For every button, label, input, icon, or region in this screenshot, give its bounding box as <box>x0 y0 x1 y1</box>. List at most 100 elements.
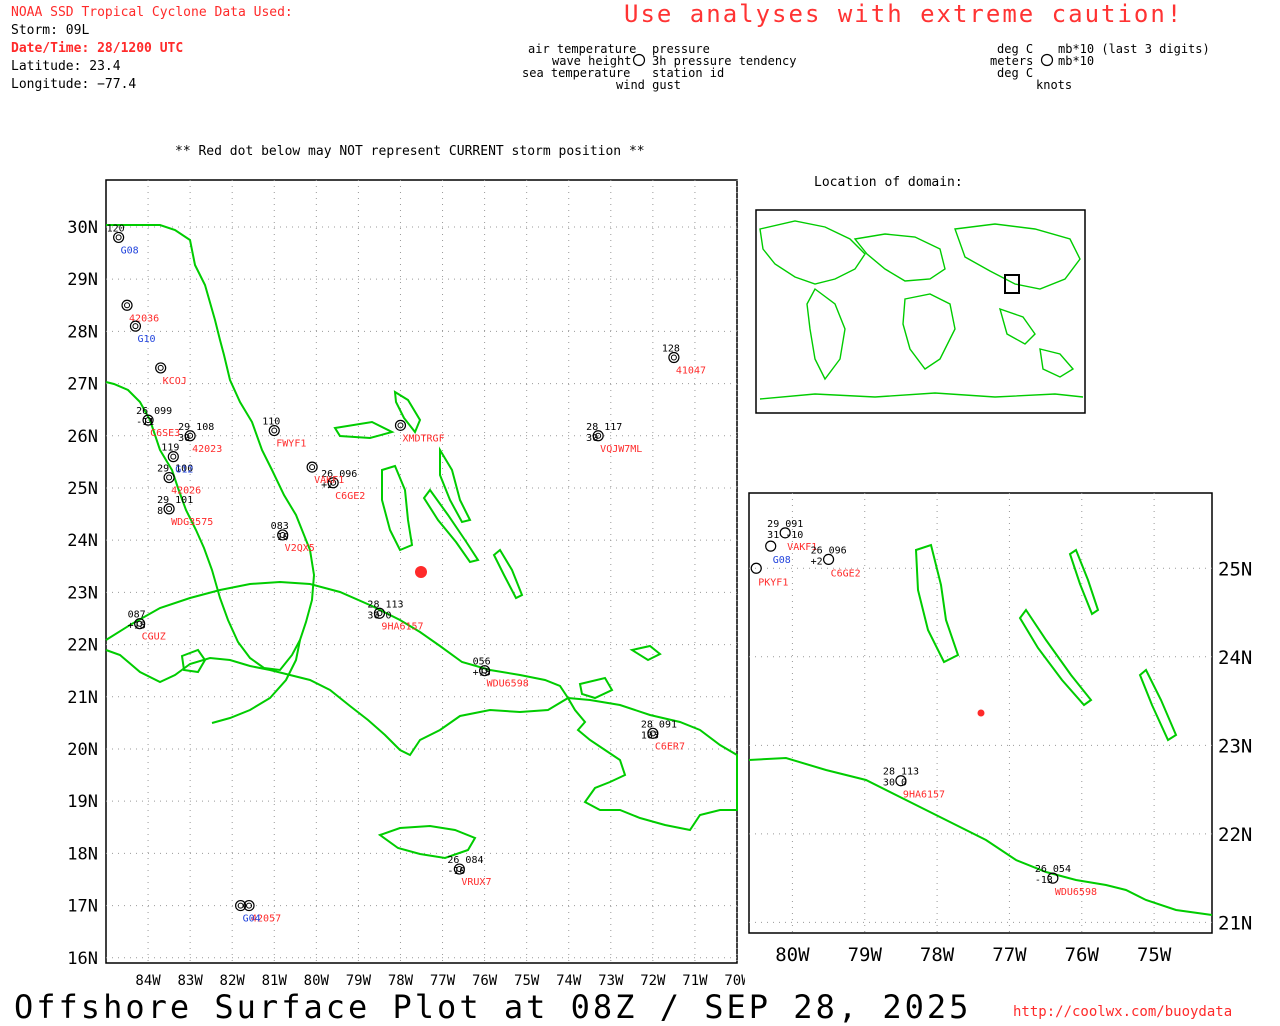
station-id-label: G12 <box>175 465 193 476</box>
station-obs-text: 30 0 <box>883 778 907 789</box>
storm-id: Storm: 09L <box>11 23 90 38</box>
station-obs-text: 28 113 <box>883 767 919 778</box>
station-id-label: WDU6598 <box>1055 887 1097 898</box>
station-id-label: PKYF1 <box>758 577 788 588</box>
inset-lat-label: 22N <box>1218 824 1252 846</box>
station-id-label: G04 <box>243 914 261 925</box>
source-title: NOAA SSD Tropical Cyclone Data Used: <box>11 5 293 20</box>
lon-label: 70W <box>724 973 745 989</box>
lat-label: 18N <box>67 844 98 864</box>
longitude: Longitude: −77.4 <box>11 77 137 92</box>
lat-label: 19N <box>67 792 98 812</box>
station-id-label: G10 <box>137 334 155 345</box>
station-obs-text: 087 <box>128 610 146 621</box>
lat-label: 20N <box>67 740 98 760</box>
station-obs-text: 8 <box>157 506 163 517</box>
main-map[interactable]: 1284104728 11730VQJW7ML4203629 108304202… <box>0 170 745 990</box>
station-obs-text: +2 <box>811 556 823 567</box>
inset-lat-label: 23N <box>1218 735 1252 757</box>
legend-sea-temp: sea temperature <box>522 66 631 80</box>
lat-label: 22N <box>67 636 98 656</box>
lon-label: 81W <box>262 973 288 989</box>
lat-label: 27N <box>67 375 98 395</box>
lon-label: 80W <box>304 973 330 989</box>
station-id-label: VQJW7ML <box>600 444 642 455</box>
lat-label: 29N <box>67 270 98 290</box>
station-obs-text: +18 <box>128 621 146 632</box>
station-obs-text: -10 <box>447 866 465 877</box>
inset-storm-position-dot <box>977 709 985 717</box>
lat-label: 30N <box>67 218 98 238</box>
inset-lat-label: 21N <box>1218 912 1252 934</box>
station-obs-text: 31 -10 <box>767 530 803 541</box>
station-obs-text: -10 <box>271 532 289 543</box>
station-obs-text: 110 <box>262 417 280 428</box>
units-tendency: mb*10 <box>1058 54 1095 68</box>
source-url[interactable]: http://coolwx.com/buoydata <box>1013 1004 1232 1020</box>
lat-label: 23N <box>67 583 98 603</box>
lon-label: 74W <box>556 973 582 989</box>
station-id-label: G08 <box>121 245 139 256</box>
lat-label: 28N <box>67 322 98 342</box>
inset-map[interactable]: 29 09131 -10VAKF126 096+2C6GE2PKYF128 11… <box>746 490 1280 990</box>
station-obs-text: +18 <box>473 668 491 679</box>
station-id-label: 9HA6157 <box>381 621 423 632</box>
units-station-circle-icon <box>1040 53 1054 67</box>
lon-label: 77W <box>430 973 456 989</box>
station-id-label: 9HA6157 <box>903 790 945 801</box>
inset-lon-label: 75W <box>1137 944 1172 966</box>
station-id-label: 41047 <box>676 365 706 376</box>
inset-lon-label: 77W <box>992 944 1027 966</box>
station-obs-text: 26 096 <box>811 545 847 556</box>
station-id-label: 42023 <box>192 444 222 455</box>
lon-label: 76W <box>472 973 498 989</box>
inset-lat-label: 24N <box>1218 647 1252 669</box>
station-obs-text: 30 0 <box>367 610 391 621</box>
inset-lon-label: 76W <box>1065 944 1100 966</box>
station-obs-text: 29 108 <box>178 422 214 433</box>
inset-lon-label: 78W <box>920 944 955 966</box>
station-obs-text: -13 <box>1035 875 1053 886</box>
lon-label: 78W <box>388 973 414 989</box>
station-id-label: XMDTRGF <box>402 433 444 444</box>
units-wind: knots <box>1036 78 1073 92</box>
lon-label: 83W <box>177 973 203 989</box>
lon-label: 79W <box>346 973 372 989</box>
station-id-label: C6ER7 <box>655 741 685 752</box>
station-obs-text: 26 099 <box>136 406 172 417</box>
red-dot-note: ** Red dot below may NOT represent CURRE… <box>175 144 645 159</box>
latitude: Latitude: 23.4 <box>11 59 121 74</box>
station-obs-text: -11 <box>136 417 154 428</box>
station-obs-text: 128 <box>662 343 680 354</box>
station-id-label: FWYF1 <box>276 439 306 450</box>
lon-label: 82W <box>220 973 246 989</box>
station-obs-text: 26 084 <box>447 855 483 866</box>
domain-label: Location of domain: <box>814 175 963 190</box>
station-id-label: V2QX5 <box>285 543 315 554</box>
station-obs-text: 30 <box>586 433 598 444</box>
lon-label: 75W <box>514 973 540 989</box>
lat-label: 24N <box>67 531 98 551</box>
lon-label: 73W <box>598 973 624 989</box>
inset-lat-label: 25N <box>1218 558 1252 580</box>
station-obs-text: 119 <box>161 443 179 454</box>
station-id-label: WDU6598 <box>487 679 529 690</box>
station-id-label: CGUZ <box>142 632 166 643</box>
plot-title: Offshore Surface Plot at 08Z / SEP 28, 2… <box>14 988 972 1026</box>
station-id-label: VAKF1 <box>314 475 344 486</box>
storm-position-dot <box>415 566 427 578</box>
station-obs-text: 29 091 <box>767 519 803 530</box>
station-id-label: 42036 <box>129 313 159 324</box>
station-obs-text: 083 <box>271 521 289 532</box>
station-obs-text: 28 117 <box>586 422 622 433</box>
inset-lon-label: 79W <box>848 944 883 966</box>
legend-station-circle-icon <box>632 53 646 67</box>
inset-lon-label: 80W <box>775 944 810 966</box>
station-obs-text: 28 091 <box>641 719 677 730</box>
station-id-label: C6SE3 <box>150 428 180 439</box>
lon-label: 84W <box>135 973 161 989</box>
station-id-label: C6GE2 <box>335 491 365 502</box>
lon-label: 71W <box>682 973 708 989</box>
station-obs-text: 28 113 <box>367 599 403 610</box>
legend-wind-gust: wind gust <box>616 78 682 92</box>
